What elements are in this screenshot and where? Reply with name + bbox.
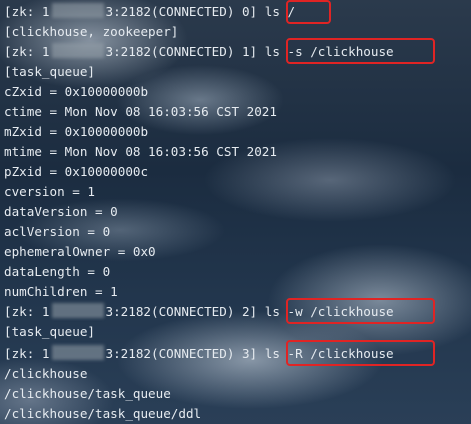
output-line: dataVersion = 0 xyxy=(4,204,118,219)
redacted-host xyxy=(51,43,104,58)
redacted-host xyxy=(51,345,104,360)
redacted-host xyxy=(51,303,104,318)
prompt-text: 3:2182(CONNECTED) 2] xyxy=(105,304,265,319)
prompt-line-0: [zk: 1 3:2182(CONNECTED) 0] ls / xyxy=(4,2,295,22)
highlight-box-ls-root xyxy=(286,0,331,24)
prompt-prefix: [zk: 1 xyxy=(4,44,50,59)
output-line: ephemeralOwner = 0x0 xyxy=(4,244,156,259)
output-line: /clickhouse/task_queue xyxy=(4,386,171,401)
highlight-box-ls-R xyxy=(286,340,435,366)
prompt-prefix: [zk: 1 xyxy=(4,4,50,19)
output-line: [task_queue] xyxy=(4,64,95,79)
output-line: mtime = Mon Nov 08 16:03:56 CST 2021 xyxy=(4,144,277,159)
output-line: cversion = 1 xyxy=(4,184,95,199)
output-line: /clickhouse/task_queue/ddl xyxy=(4,406,202,421)
output-line: ctime = Mon Nov 08 16:03:56 CST 2021 xyxy=(4,104,277,119)
prompt-prefix: [zk: 1 xyxy=(4,304,50,319)
prompt-text: 3:2182(CONNECTED) 3] xyxy=(105,346,265,361)
prompt-text: 3:2182(CONNECTED) 1] xyxy=(105,44,265,59)
redacted-host xyxy=(51,3,104,18)
output-line: pZxid = 0x10000000c xyxy=(4,164,149,179)
output-line: numChildren = 1 xyxy=(4,284,118,299)
output-line: mZxid = 0x10000000b xyxy=(4,124,149,139)
output-line: aclVersion = 0 xyxy=(4,224,111,239)
output-line: dataLength = 0 xyxy=(4,264,111,279)
highlight-box-ls-w xyxy=(286,298,435,324)
output-line: [task_queue] xyxy=(4,324,95,339)
output-line: /clickhouse xyxy=(4,366,88,381)
prompt-text: 3:2182(CONNECTED) 0] xyxy=(105,4,265,19)
prompt-prefix: [zk: 1 xyxy=(4,346,50,361)
highlight-box-ls-s xyxy=(286,38,435,64)
terminal-window[interactable]: [zk: 1 3:2182(CONNECTED) 0] ls / [clickho… xyxy=(0,0,471,424)
output-line: [clickhouse, zookeeper] xyxy=(4,24,179,39)
output-line: cZxid = 0x10000000b xyxy=(4,84,149,99)
